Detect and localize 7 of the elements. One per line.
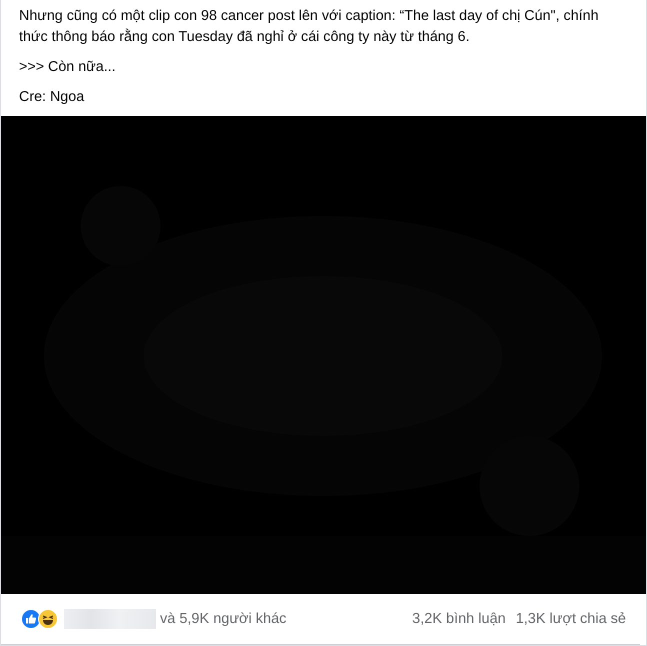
comments-count[interactable]: 3,2K bình luận: [412, 611, 506, 627]
reactions-count[interactable]: và 5,9K người khác: [160, 611, 286, 627]
laughing-reaction-icon[interactable]: [38, 609, 58, 629]
post-text: Nhưng cũng có một clip con 98 cancer post lên với caption: “The last day of chị Cún", chính thức thông báo rằng con Tuesday đã nghỉ ở cái công ty này từ tháng 6.: [19, 7, 600, 47]
post-text: Cre: Ngoa: [19, 88, 86, 107]
shares-count[interactable]: 1,3K lượt chia sẻ: [516, 611, 626, 627]
post-text: >>> Còn nữa...: [19, 58, 117, 77]
